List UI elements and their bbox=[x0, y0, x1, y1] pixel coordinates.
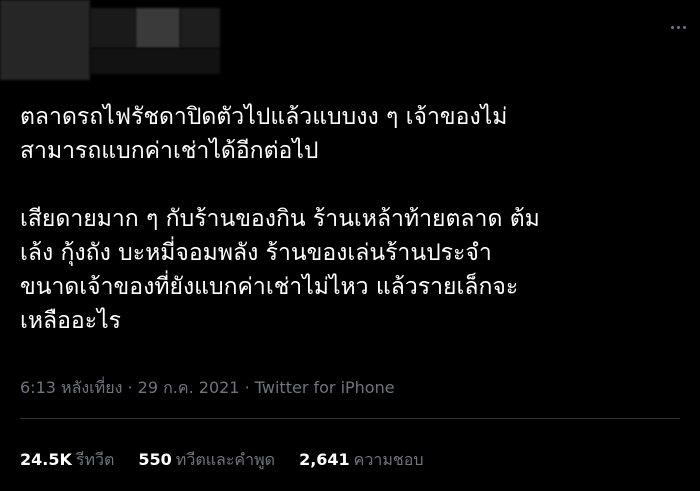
tweet-paragraph: ตลาดรถไฟรัชดาปิดตัวไปแล้วแบบงง ๆ เจ้าของ… bbox=[20, 104, 508, 164]
tweet-author-header bbox=[0, 0, 700, 86]
blurred-author-name-part[interactable] bbox=[180, 8, 220, 48]
meta-separator: · bbox=[244, 378, 250, 397]
likes-label: ความชอบ bbox=[353, 450, 424, 469]
tweet-source-link[interactable]: Twitter for iPhone bbox=[255, 378, 395, 397]
tweet-time: 6:13 หลังเที่ยง bbox=[20, 378, 123, 397]
more-icon[interactable] bbox=[666, 22, 690, 32]
blurred-avatar[interactable] bbox=[0, 0, 90, 80]
divider bbox=[20, 418, 680, 419]
blurred-author-name-part[interactable] bbox=[136, 8, 180, 48]
blurred-author-handle[interactable] bbox=[90, 48, 220, 74]
tweet-time-link[interactable]: 6:13 หลังเที่ยง · 29 ก.ค. 2021 bbox=[20, 378, 239, 397]
tweet-date: 29 ก.ค. 2021 bbox=[137, 378, 240, 397]
tweet-paragraph: เสียดายมาก ๆ กับร้านของกิน ร้านเหล้าท้าย… bbox=[20, 206, 540, 334]
quotes-stat[interactable]: 550 ทวีตและคำพูด bbox=[138, 448, 275, 473]
retweets-count: 24.5K bbox=[20, 450, 72, 469]
quotes-count: 550 bbox=[138, 450, 172, 469]
tweet-text: ตลาดรถไฟรัชดาปิดตัวไปแล้วแบบงง ๆ เจ้าของ… bbox=[20, 100, 684, 338]
likes-stat[interactable]: 2,641 ความชอบ bbox=[299, 448, 423, 473]
retweets-stat[interactable]: 24.5K รีทวีต bbox=[20, 448, 114, 473]
blurred-author-name-part[interactable] bbox=[90, 8, 136, 48]
quotes-label: ทวีตและคำพูด bbox=[175, 450, 276, 469]
tweet-metadata: 6:13 หลังเที่ยง · 29 ก.ค. 2021 · Twitter… bbox=[20, 376, 395, 401]
likes-count: 2,641 bbox=[299, 450, 350, 469]
tweet-stats: 24.5K รีทวีต 550 ทวีตและคำพูด 2,641 ความชอบ bbox=[20, 448, 424, 473]
meta-separator: · bbox=[127, 378, 133, 397]
retweets-label: รีทวีต bbox=[75, 450, 115, 469]
